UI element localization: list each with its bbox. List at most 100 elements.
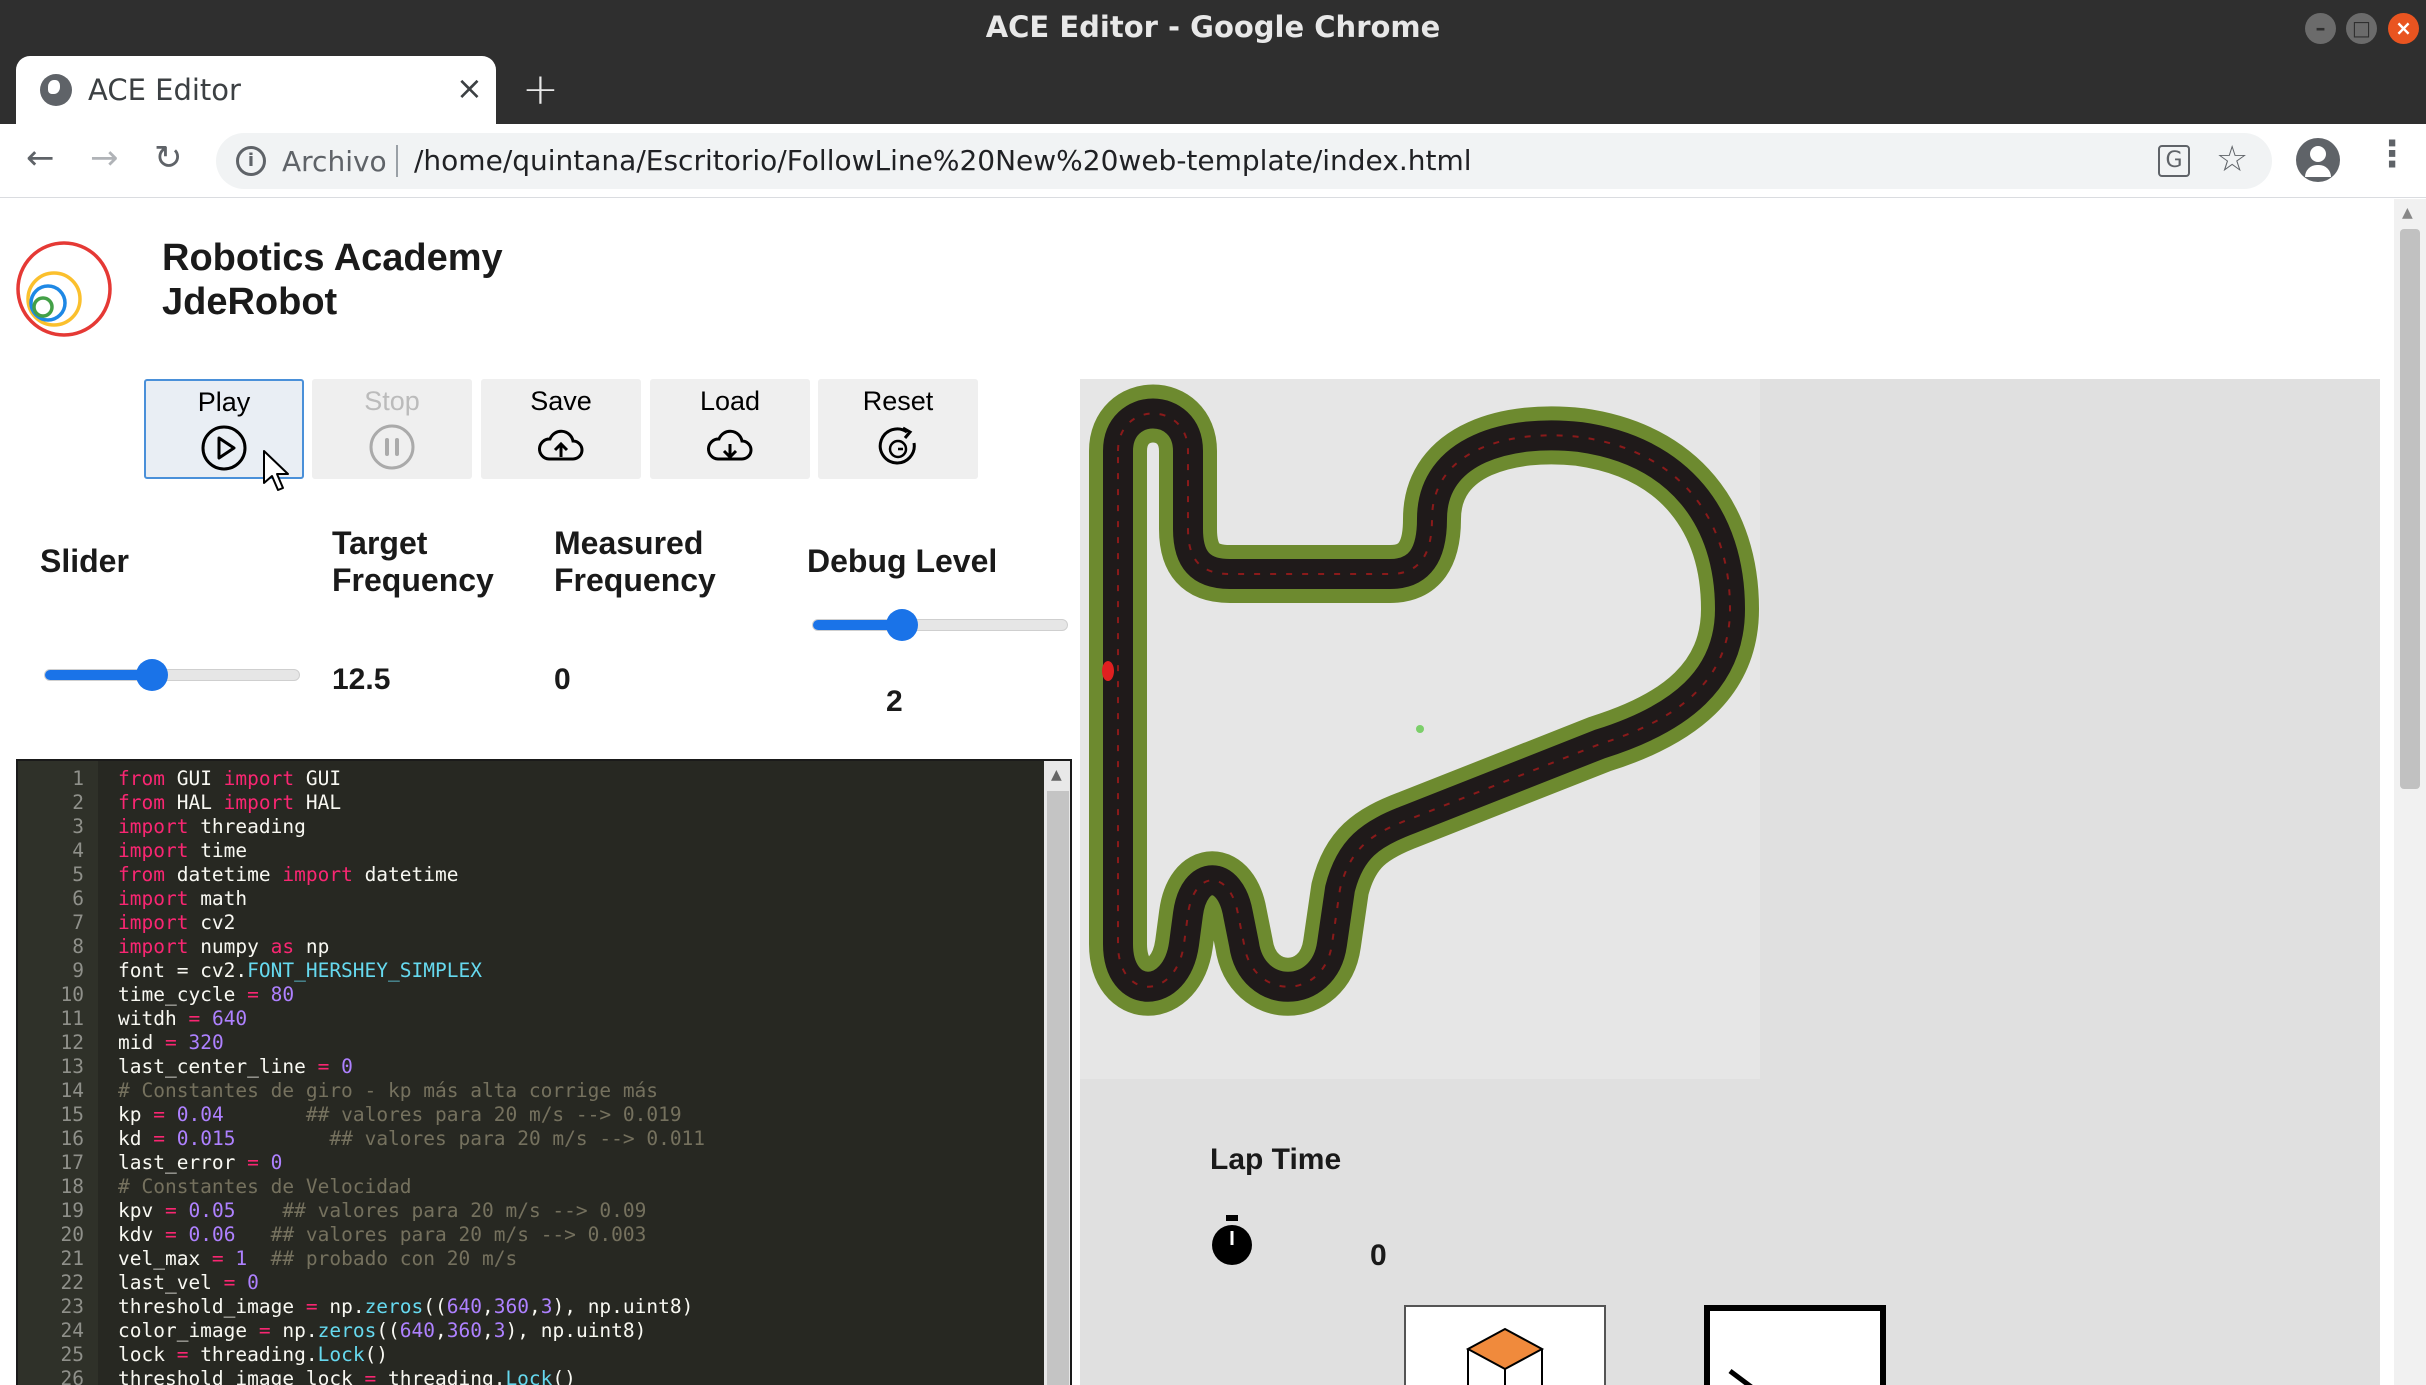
translate-icon[interactable]: G <box>2158 145 2190 177</box>
account-icon[interactable] <box>2296 138 2340 182</box>
debug-level-slider-thumb[interactable] <box>885 609 918 641</box>
brand-subtitle: JdeRobot <box>162 281 338 323</box>
code-line[interactable]: 15 kp = 0.04 ## valores para 20 m/s --> 0… <box>18 1103 1038 1127</box>
reset-button[interactable]: Reset <box>818 379 978 479</box>
code-line[interactable]: 4 import time <box>18 839 1038 863</box>
code-text[interactable]: import math <box>118 887 247 910</box>
maximize-icon[interactable]: □ <box>2346 13 2377 44</box>
code-line[interactable]: 19 kpv = 0.05 ## valores para 20 m/s --> … <box>18 1199 1038 1223</box>
code-line[interactable]: 14 # Constantes de giro - kp más alta cor… <box>18 1079 1038 1103</box>
code-text[interactable]: # Constantes de Velocidad <box>118 1175 412 1198</box>
code-text[interactable]: lock = threading.Lock() <box>118 1343 388 1366</box>
code-text[interactable]: time_cycle = 80 <box>118 983 294 1006</box>
browser-tab[interactable]: ACE Editor × <box>16 56 496 124</box>
address-bar[interactable]: i Archivo /home/quintana/Escritorio/Foll… <box>216 133 2272 189</box>
close-window-icon[interactable]: × <box>2388 13 2419 44</box>
measured-frequency-label-1: Measured <box>554 525 704 561</box>
terminal-thumbnail[interactable] <box>1704 1305 1886 1385</box>
line-number: 13 <box>60 1055 84 1078</box>
code-line[interactable]: 6 import math <box>18 887 1038 911</box>
box-icon <box>1465 1327 1545 1385</box>
pause-circle-icon <box>369 424 415 470</box>
code-line[interactable]: 9 font = cv2.FONT_HERSHEY_SIMPLEX <box>18 959 1038 983</box>
code-text[interactable]: threshold_image = np.zeros((640,360,3), … <box>118 1295 693 1318</box>
code-line[interactable]: 5 from datetime import datetime <box>18 863 1038 887</box>
code-line[interactable]: 10 time_cycle = 80 <box>18 983 1038 1007</box>
bookmark-star-icon[interactable]: ☆ <box>2216 139 2248 180</box>
page-scroll-up-icon[interactable]: ▲ <box>2402 205 2413 221</box>
code-text[interactable]: last_vel = 0 <box>118 1271 259 1294</box>
code-line[interactable]: 8 import numpy as np <box>18 935 1038 959</box>
terminal-icon <box>1728 1369 1753 1385</box>
code-line[interactable]: 1 from GUI import GUI <box>18 767 1038 791</box>
code-text[interactable]: import threading <box>118 815 306 838</box>
editor-scroll-thumb[interactable] <box>1047 791 1069 1385</box>
code-line[interactable]: 26 threshold_image_lock = threading.Lock(… <box>18 1367 1038 1385</box>
code-line[interactable]: 3 import threading <box>18 815 1038 839</box>
code-text[interactable]: from GUI import GUI <box>118 767 341 790</box>
code-text[interactable]: import time <box>118 839 247 862</box>
code-line[interactable]: 23 threshold_image = np.zeros((640,360,3)… <box>18 1295 1038 1319</box>
code-line[interactable]: 7 import cv2 <box>18 911 1038 935</box>
target-frequency-label-2: Frequency <box>332 562 494 598</box>
line-number: 7 <box>72 911 84 934</box>
code-text[interactable]: kdv = 0.06 ## valores para 20 m/s --> 0.… <box>118 1223 646 1246</box>
frequency-slider[interactable] <box>44 659 300 691</box>
code-text[interactable]: from HAL import HAL <box>118 791 341 814</box>
code-text[interactable]: # Constantes de giro - kp más alta corri… <box>118 1079 658 1102</box>
code-text[interactable]: font = cv2.FONT_HERSHEY_SIMPLEX <box>118 959 482 982</box>
line-number: 20 <box>60 1223 84 1246</box>
code-line[interactable]: 11 witdh = 640 <box>18 1007 1038 1031</box>
code-text[interactable]: import numpy as np <box>118 935 329 958</box>
code-text[interactable]: last_error = 0 <box>118 1151 282 1174</box>
save-button[interactable]: Save <box>481 379 641 479</box>
code-line[interactable]: 12 mid = 320 <box>18 1031 1038 1055</box>
code-text[interactable]: witdh = 640 <box>118 1007 247 1030</box>
code-text[interactable]: kp = 0.04 ## valores para 20 m/s --> 0.0… <box>118 1103 682 1126</box>
page-scroll-thumb[interactable] <box>2400 229 2420 789</box>
page-scrollbar[interactable]: ▲ <box>2394 199 2426 1385</box>
code-line[interactable]: 25 lock = threading.Lock() <box>18 1343 1038 1367</box>
info-icon[interactable]: i <box>236 146 266 176</box>
code-line[interactable]: 22 last_vel = 0 <box>18 1271 1038 1295</box>
line-number: 23 <box>60 1295 84 1318</box>
simulation-view <box>1080 379 2380 1385</box>
code-text[interactable]: last_center_line = 0 <box>118 1055 353 1078</box>
menu-icon[interactable]: ⋮ <box>2374 134 2410 175</box>
code-text[interactable]: mid = 320 <box>118 1031 224 1054</box>
code-text[interactable]: import cv2 <box>118 911 235 934</box>
code-line[interactable]: 17 last_error = 0 <box>18 1151 1038 1175</box>
reload-icon[interactable]: ↻ <box>154 138 183 178</box>
debug-level-slider[interactable] <box>812 609 1068 641</box>
camera-thumbnail[interactable] <box>1404 1305 1606 1385</box>
stop-button[interactable]: Stop <box>312 379 472 479</box>
scroll-up-icon[interactable]: ▲ <box>1051 767 1062 783</box>
code-text[interactable]: kpv = 0.05 ## valores para 20 m/s --> 0.… <box>118 1199 646 1222</box>
code-text[interactable]: vel_max = 1 ## probado con 20 m/s <box>118 1247 517 1270</box>
back-arrow-icon[interactable]: ← <box>26 138 55 178</box>
close-tab-icon[interactable]: × <box>456 69 483 107</box>
code-text[interactable]: kd = 0.015 ## valores para 20 m/s --> 0.… <box>118 1127 705 1150</box>
load-button[interactable]: Load <box>650 379 810 479</box>
code-line[interactable]: 18 # Constantes de Velocidad <box>18 1175 1038 1199</box>
forward-arrow-icon[interactable]: → <box>90 138 119 178</box>
editor-scrollbar[interactable]: ▲ <box>1044 761 1070 1385</box>
code-line[interactable]: 24 color_image = np.zeros((640,360,3), np… <box>18 1319 1038 1343</box>
line-number: 25 <box>60 1343 84 1366</box>
code-text[interactable]: color_image = np.zeros((640,360,3), np.u… <box>118 1319 646 1342</box>
frequency-slider-thumb[interactable] <box>135 659 168 691</box>
code-line[interactable]: 16 kd = 0.015 ## valores para 20 m/s --> … <box>18 1127 1038 1151</box>
code-text[interactable]: threshold_image_lock = threading.Lock() <box>118 1367 576 1385</box>
new-tab-icon[interactable]: + <box>522 64 559 115</box>
line-number: 1 <box>72 767 84 790</box>
code-text[interactable]: from datetime import datetime <box>118 863 459 886</box>
line-number: 18 <box>60 1175 84 1198</box>
code-line[interactable]: 21 vel_max = 1 ## probado con 20 m/s <box>18 1247 1038 1271</box>
measured-frequency-label-2: Frequency <box>554 562 716 598</box>
code-editor[interactable]: 1 from GUI import GUI 2 from HAL import HAL… <box>16 759 1072 1385</box>
code-line[interactable]: 20 kdv = 0.06 ## valores para 20 m/s --> … <box>18 1223 1038 1247</box>
code-line[interactable]: 2 from HAL import HAL <box>18 791 1038 815</box>
minimize-icon[interactable]: – <box>2305 13 2336 44</box>
url-text[interactable]: /home/quintana/Escritorio/FollowLine%20N… <box>414 144 1472 177</box>
code-line[interactable]: 13 last_center_line = 0 <box>18 1055 1038 1079</box>
